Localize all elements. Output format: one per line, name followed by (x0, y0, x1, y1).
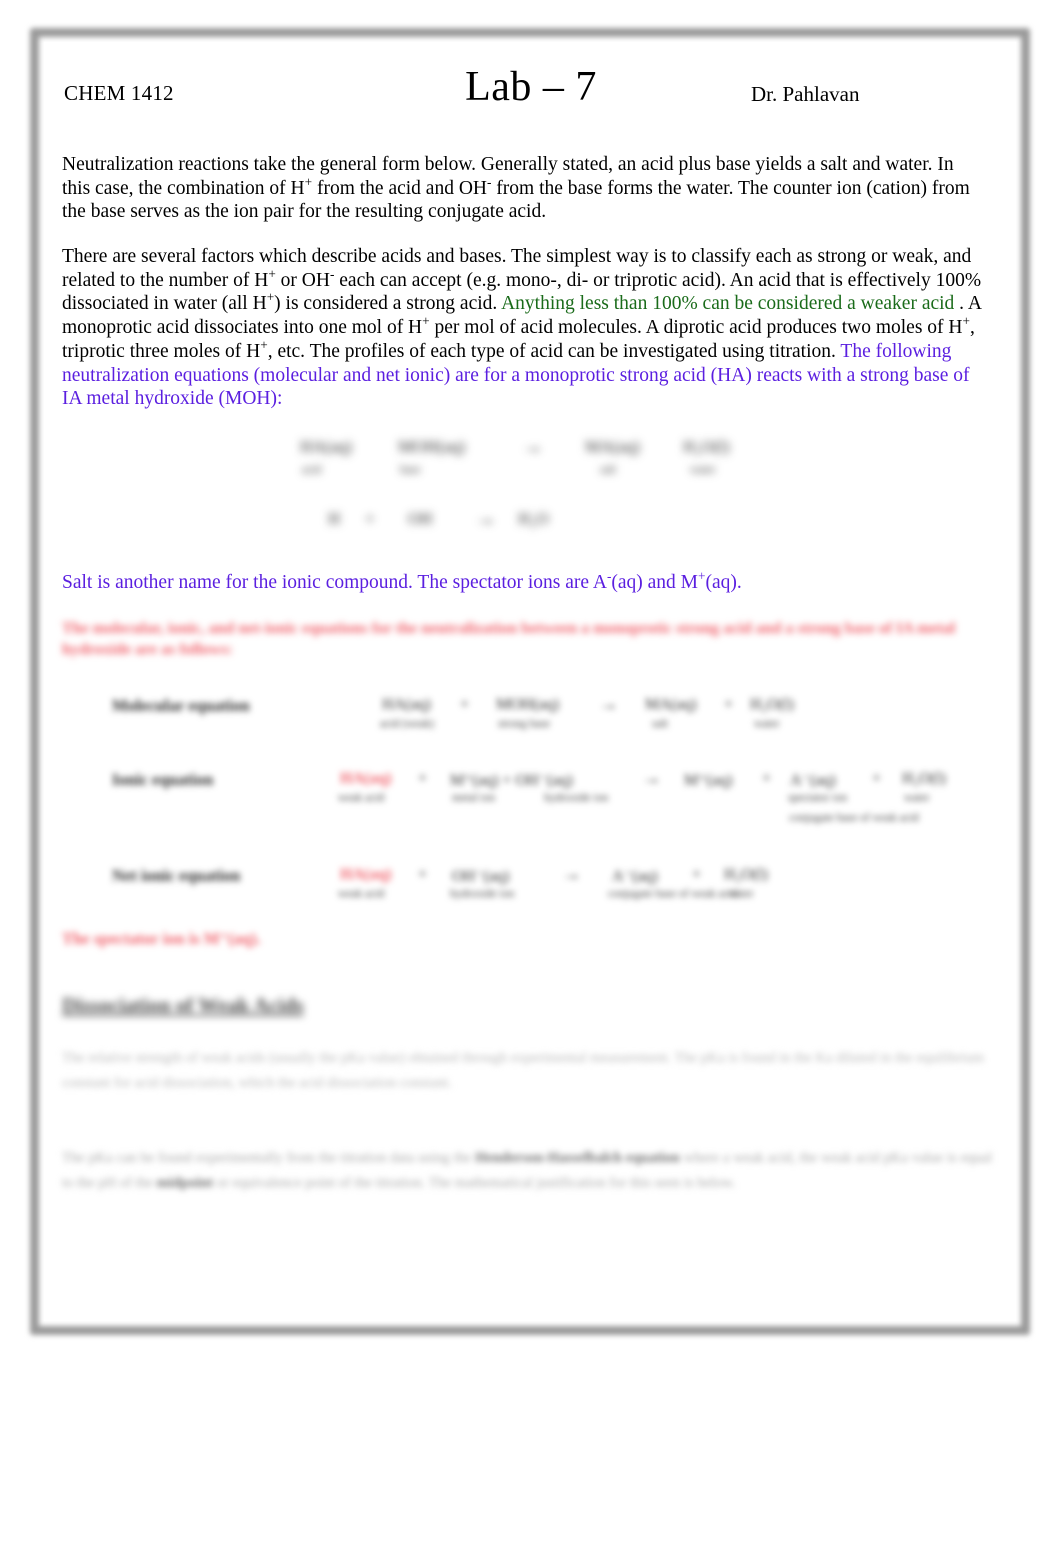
row2-term-7: + (872, 770, 882, 787)
salt-seg-a: Salt is another name for the ionic compo… (62, 572, 607, 593)
row3-term-4: A⁻(aq) (612, 868, 658, 885)
row2-cap-2: metal ion (452, 792, 496, 804)
row3-term-0: HA(aq) (340, 866, 392, 883)
row1-cap-2: strong base (498, 718, 551, 730)
bp2-bold-henderson: Henderson-Hasselbalch equation (475, 1150, 680, 1166)
instructor-name: Dr. Pahlavan (751, 82, 860, 106)
row3-cap-6: water (728, 888, 754, 900)
bp2-seg-a: The pKa can be found experimentally from… (62, 1150, 476, 1166)
row1-cap-4: salt (652, 718, 668, 730)
row2-label: Ionic equation (112, 770, 214, 789)
p2-sup-plus-4: + (962, 313, 970, 329)
eq1-term-acid: HA(aq) (300, 437, 352, 456)
eq1-caption-acid: acid (302, 464, 322, 476)
p2-seg-f: per mol of acid molecules. A diprotic ac… (429, 317, 963, 339)
bp2-bold-midpoint: midpoint (156, 1175, 214, 1191)
section-heading-dissociation: Dissociation of Weak Acids (62, 993, 304, 1017)
row2-term-2: M⁺(aq) + OH⁻(aq) (450, 772, 573, 789)
row1-cap-0: acid (weak) (380, 718, 434, 730)
equations-table-figure: Molecular equation HA(aq) + MOH(aq) → MA… (112, 690, 992, 920)
row1-term-0: HA(aq) (382, 696, 431, 713)
page-title: Lab – 7 (465, 64, 597, 110)
eq1-arrow: → (522, 434, 543, 458)
row2-term-5: + (762, 770, 772, 787)
eq2-term-h: H (328, 509, 341, 528)
row1-term-2: MOH(aq) (496, 696, 560, 713)
p2-seg-b: or OH (275, 269, 330, 291)
row1-term-1: + (460, 696, 470, 713)
row1-arrow: → (599, 694, 618, 715)
highlight-green-weaker-acid: Anything less than 100% can be considere… (501, 293, 955, 315)
row3-term-2: OH⁻(aq) (452, 868, 510, 885)
row1-label: Molecular equation (112, 696, 250, 715)
p2-seg-d: ) is considered a strong acid. (274, 293, 502, 315)
p2-sup-plus-3: + (422, 313, 430, 329)
row2-arrow: → (642, 768, 661, 789)
salt-seg-c: (aq). (705, 572, 742, 593)
salt-sup-plus: + (698, 568, 706, 584)
eq1-term-water: H₂O(l) (683, 437, 730, 456)
p1-seg-a: Neutralization reactions (62, 154, 249, 175)
document-content: CHEM 1412 Lab – 7 Dr. Pahlavan Neutraliz… (0, 0, 1062, 1561)
row3-term-1: + (418, 866, 428, 883)
row2-term-6: A⁻(aq) (790, 772, 836, 789)
red-annotation-note: The molecular, ionic, and net-ionic equa… (62, 620, 956, 658)
body-paragraph-henderson: The pKa can be found experimentally from… (62, 1146, 992, 1196)
salt-definition-line: Salt is another name for the ionic compo… (62, 568, 982, 595)
eq2-term-water: H₂O (518, 509, 549, 528)
p1-sup-plus: + (304, 174, 313, 190)
eq2-term-oh: OH (408, 509, 433, 528)
row2-term-1: + (418, 770, 428, 787)
p1-seg-c: from the acid and OH (312, 177, 487, 199)
body-paragraph-pka: The relative strength of weak acids (usu… (62, 1050, 984, 1091)
p2-sup-plus-5: + (260, 337, 268, 353)
row3-cap-4: conjugate base of weak acid (608, 888, 738, 900)
row3-term-6: H₂O(l) (724, 866, 768, 883)
row2-cap-6: conjugate base of weak acid (789, 812, 919, 824)
eq2-arrow: → (475, 506, 496, 530)
p2-seg-h: , etc. The profiles of each type of acid… (267, 340, 841, 362)
row3-label: Net ionic equation (112, 866, 241, 885)
salt-seg-b: (aq) and M (611, 572, 699, 593)
row1-term-4: MA(aq) (645, 696, 697, 713)
eq1-term-salt: MA(aq) (585, 437, 640, 456)
row2-term-4: M⁺(aq) (684, 772, 733, 789)
row1-term-5: + (724, 696, 734, 713)
row2-cap-3: hydroxide ion (544, 792, 609, 804)
eq1-term-base: MOH(aq) (398, 437, 466, 456)
row2-term-0: HA(aq) (340, 770, 392, 787)
row3-arrow: → (562, 864, 581, 885)
molecular-equation-figure: HA(aq) acid MOH(aq) base → MA(aq) salt H… (300, 434, 780, 547)
eq1-caption-salt: salt (600, 464, 616, 476)
paragraph-acid-strength: There are several factors which describe… (62, 245, 990, 411)
row3-cap-0: weak acid (338, 888, 385, 900)
row1-term-6: H₂O(l) (750, 696, 794, 713)
eq1-caption-water: water (690, 464, 716, 476)
row3-term-5: + (692, 866, 702, 883)
eq1-caption-base: base (400, 464, 421, 476)
p2-sup-plus-1: + (268, 266, 276, 282)
row2-cap-5: spectator ion (788, 792, 848, 804)
row1-cap-6: water (754, 718, 780, 730)
eq2-plus: + (365, 509, 375, 528)
row2-term-8: H₂O(l) (902, 770, 946, 787)
bp2-seg-c: or equivalence point of the titration. T… (213, 1175, 736, 1191)
row2-cap-8: water (904, 792, 930, 804)
row2-cap-0: weak acid (338, 792, 385, 804)
red-spectator-note: The spectator ion is M⁺(aq). (62, 929, 261, 948)
row3-cap-2: hydroxide ion (450, 888, 515, 900)
paragraph-neutralization: Neutralization reactions take the genera… (62, 153, 974, 224)
